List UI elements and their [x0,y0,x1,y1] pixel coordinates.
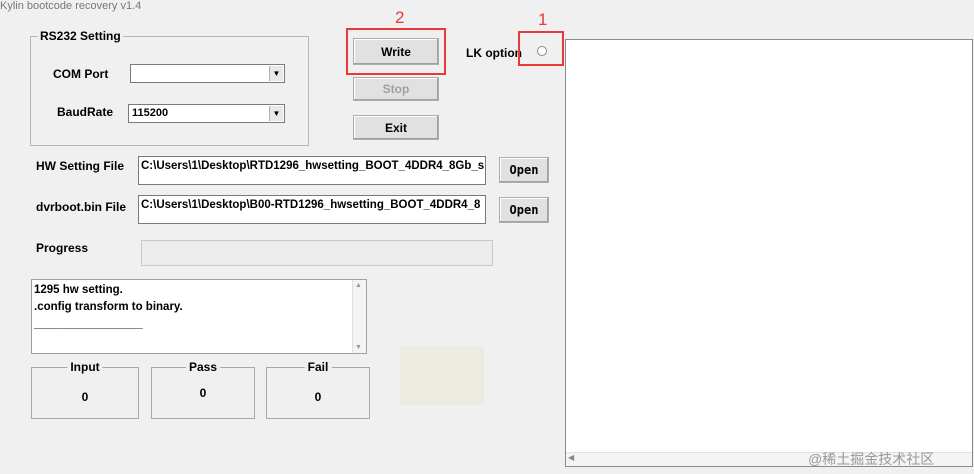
progress-bar [141,240,493,266]
lk-option-radio[interactable] [537,46,547,56]
vertical-scrollbar[interactable]: ▲ ▼ [352,280,366,353]
rs232-group [30,36,309,146]
log-lines: 1295 hw setting. .config transform to bin… [32,282,352,333]
lk-option-label: LK option [466,46,522,60]
com-port-label: COM Port [53,67,109,81]
status-indicator [400,346,484,405]
chevron-up-icon[interactable]: ▲ [355,282,362,289]
pass-counter-label: Pass [185,360,221,374]
rs232-group-label: RS232 Setting [38,29,123,43]
log-textarea[interactable]: 1295 hw setting. .config transform to bin… [31,279,367,354]
dvrboot-label: dvrboot.bin File [36,200,126,214]
hw-setting-open-button[interactable]: Open [499,157,549,183]
fail-counter-label: Fail [304,360,332,374]
log-line: 1295 hw setting. [34,284,123,296]
baudrate-label: BaudRate [57,105,114,119]
pass-counter-value: 0 [199,386,207,400]
baudrate-value: 115200 [132,107,169,119]
progress-label: Progress [36,241,89,255]
fail-counter: Fail 0 [266,360,370,419]
stop-button[interactable]: Stop [353,77,439,101]
chevron-down-icon[interactable]: ▼ [355,344,362,351]
chevron-left-icon[interactable]: ◀ [568,453,574,462]
input-counter-label: Input [67,360,103,374]
chevron-down-icon[interactable]: ▼ [269,106,283,121]
pass-counter: Pass 0 [151,360,255,419]
hw-setting-path-field[interactable]: C:\Users\1\Desktop\RTD1296_hwsetting_BOO… [138,156,486,185]
window-title: Kylin bootcode recovery v1.4 [0,0,142,12]
baudrate-select[interactable]: 115200 ▼ [128,104,285,123]
fail-counter-value: 0 [314,390,322,404]
input-counter-value: 0 [81,390,89,404]
exit-button[interactable]: Exit [353,115,439,140]
output-panel[interactable]: ◀ [565,39,973,467]
dvrboot-path-field[interactable]: C:\Users\1\Desktop\B00-RTD1296_hwsetting… [138,195,486,224]
input-counter: Input 0 [31,360,139,419]
annotation-marker-1: 1 [538,10,548,29]
dvrboot-open-button[interactable]: Open [499,197,549,223]
com-port-select[interactable]: ▼ [130,64,285,83]
log-line: _________________ [34,318,143,330]
log-line: .config transform to binary. [34,301,183,313]
write-button[interactable]: Write [353,38,439,65]
annotation-marker-2: 2 [395,8,405,27]
watermark: @稀土掘金技术社区 [808,451,935,467]
hw-setting-label: HW Setting File [36,159,124,173]
chevron-down-icon[interactable]: ▼ [269,66,283,81]
